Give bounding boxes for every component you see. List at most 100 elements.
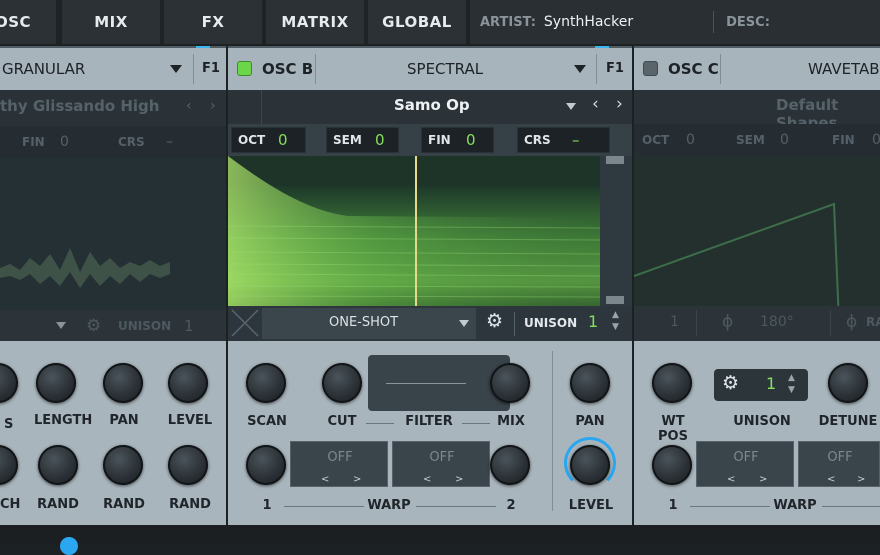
detune-knob[interactable]: [828, 363, 868, 403]
crs-field[interactable]: CRS –: [517, 127, 610, 153]
osc-c-oct-value[interactable]: 0: [686, 132, 695, 148]
osc-c-enable-toggle[interactable]: [643, 61, 658, 76]
artist-value[interactable]: SynthHacker: [544, 14, 633, 30]
warp-1-next-icon[interactable]: >: [353, 474, 361, 485]
gear-icon[interactable]: ⚙: [86, 316, 101, 336]
mix-knob[interactable]: [490, 363, 530, 403]
osc-c-warp-1-off: OFF: [733, 450, 759, 465]
prev-preset-icon[interactable]: ‹: [186, 98, 192, 114]
osc-a-panel: GRANULAR F1 thy Glissando High ‹ › FIN 0…: [0, 46, 226, 384]
oct-field[interactable]: OCT 0: [231, 127, 306, 153]
osc-c-display: Default Shapes OCT 0 SEM 0 FIN 0: [634, 90, 880, 306]
warp-2-knob[interactable]: [490, 445, 530, 485]
osc-c-phase-value[interactable]: 180°: [760, 314, 794, 330]
osc-c-warp-1-knob[interactable]: [652, 445, 692, 485]
osc-b-preset-name[interactable]: Samo Op: [394, 96, 470, 114]
sem-field[interactable]: SEM 0: [326, 127, 399, 153]
length-knob[interactable]: [36, 363, 76, 403]
warp-2-prev-icon[interactable]: <: [423, 474, 431, 485]
knob-label-ch: CH: [0, 497, 21, 512]
osc-c-warp-2-box[interactable]: OFF < >: [798, 441, 880, 487]
osc-c-type[interactable]: WAVETABL: [808, 60, 880, 78]
osc-a-crs-value[interactable]: –: [166, 134, 173, 150]
osc-c-sem-value[interactable]: 0: [780, 132, 789, 148]
warp-2-next-icon[interactable]: >: [455, 474, 463, 485]
osc-c-warp-1-prev-icon[interactable]: <: [727, 474, 735, 485]
osc-c-unison-control[interactable]: ⚙ 1 ▲ ▼: [714, 369, 808, 401]
level-knob[interactable]: [168, 363, 208, 403]
level-label: LEVEL: [167, 413, 213, 428]
pan-knob[interactable]: [103, 363, 143, 403]
unison-stepper-icon[interactable]: ▲ ▼: [612, 309, 619, 333]
phase-icon[interactable]: ϕ: [722, 312, 733, 332]
warp-1-prev-icon[interactable]: <: [321, 474, 329, 485]
spectral-scrollbar[interactable]: [600, 156, 632, 306]
scan-knob[interactable]: [246, 363, 286, 403]
osc-c-warp-2-prev-icon[interactable]: <: [827, 474, 835, 485]
osc-a-mode-dropdown-icon[interactable]: [56, 322, 66, 329]
gear-icon[interactable]: ⚙: [722, 372, 739, 394]
rand-knob-2[interactable]: [103, 445, 143, 485]
warp-one-label: 1: [262, 498, 272, 513]
cross-icon[interactable]: [230, 308, 260, 338]
osc-b-type[interactable]: SPECTRAL: [407, 60, 483, 78]
warp-1-box[interactable]: OFF < >: [290, 441, 388, 487]
osc-a-unison-value[interactable]: 1: [184, 317, 194, 335]
osc-a-preset-name[interactable]: thy Glissando High: [0, 97, 159, 115]
crs-value[interactable]: –: [572, 131, 580, 149]
phase-rand-icon[interactable]: ϕ: [846, 312, 857, 332]
osc-c-fin-value[interactable]: 0: [872, 132, 880, 148]
osc-c-wavetable-display[interactable]: [634, 156, 880, 306]
next-preset-icon[interactable]: ›: [210, 98, 216, 114]
osc-a-type[interactable]: GRANULAR: [2, 60, 85, 78]
desc-label: DESC:: [726, 14, 770, 30]
tab-osc[interactable]: OSC: [0, 0, 56, 44]
osc-c-warp-1-box[interactable]: OFF < >: [696, 441, 794, 487]
osc-a-filter-label[interactable]: F1: [202, 61, 220, 76]
osc-c-warp-2-next-icon[interactable]: >: [857, 474, 865, 485]
cut-label: CUT: [327, 414, 357, 429]
wt-pos-knob[interactable]: [652, 363, 692, 403]
tab-mix[interactable]: MIX: [62, 0, 160, 44]
osc-a-knob-1[interactable]: [0, 363, 18, 403]
gear-icon[interactable]: ⚙: [486, 310, 503, 332]
fin-value[interactable]: 0: [466, 131, 476, 149]
warp-1-knob[interactable]: [246, 445, 286, 485]
osc-a-knob-2[interactable]: [0, 445, 18, 485]
spectral-display[interactable]: [228, 156, 632, 306]
tab-matrix[interactable]: MATRIX: [266, 0, 364, 44]
osc-b-type-dropdown-icon[interactable]: [574, 65, 586, 73]
unison-value[interactable]: 1: [588, 312, 598, 331]
unison-stepper-icon[interactable]: ▲ ▼: [788, 372, 795, 396]
osc-b-panel: OSC B SPECTRAL F1 Samo Op ‹ › OCT 0 SEM …: [228, 46, 632, 341]
preset-dropdown-icon[interactable]: [566, 103, 576, 110]
header-divider: [193, 54, 194, 84]
osc-a-fin-label: FIN: [22, 135, 45, 149]
rand-knob-3[interactable]: [168, 445, 208, 485]
osc-b-enable-toggle[interactable]: [237, 61, 252, 76]
osc-a-fin-value[interactable]: 0: [60, 134, 69, 150]
rand-knob-1[interactable]: [38, 445, 78, 485]
oct-label: OCT: [238, 133, 266, 147]
oct-value[interactable]: 0: [278, 131, 288, 149]
cut-knob[interactable]: [322, 363, 362, 403]
osc-b-filter-label[interactable]: F1: [606, 61, 624, 76]
osc-c-unison-count[interactable]: 1: [670, 314, 679, 330]
tab-mix-label: MIX: [94, 13, 128, 31]
osc-b-pan-knob[interactable]: [570, 363, 610, 403]
osc-a-type-dropdown-icon[interactable]: [170, 65, 182, 73]
warp-2-box[interactable]: OFF < >: [392, 441, 490, 487]
tab-global[interactable]: GLOBAL: [368, 0, 466, 44]
mode-dropdown[interactable]: ONE-SHOT: [262, 308, 476, 339]
osc-c-unison-value[interactable]: 1: [766, 374, 776, 393]
prev-preset-icon[interactable]: ‹: [592, 94, 599, 114]
fin-field[interactable]: FIN 0: [421, 127, 494, 153]
playhead-marker[interactable]: [415, 156, 417, 306]
osc-b-level-knob[interactable]: [570, 445, 610, 485]
preset-menu-area[interactable]: [228, 90, 262, 124]
strip-indicator-icon[interactable]: [60, 537, 78, 555]
sem-value[interactable]: 0: [375, 131, 385, 149]
next-preset-icon[interactable]: ›: [616, 94, 623, 114]
osc-c-warp-1-next-icon[interactable]: >: [759, 474, 767, 485]
tab-fx[interactable]: FX: [164, 0, 262, 44]
